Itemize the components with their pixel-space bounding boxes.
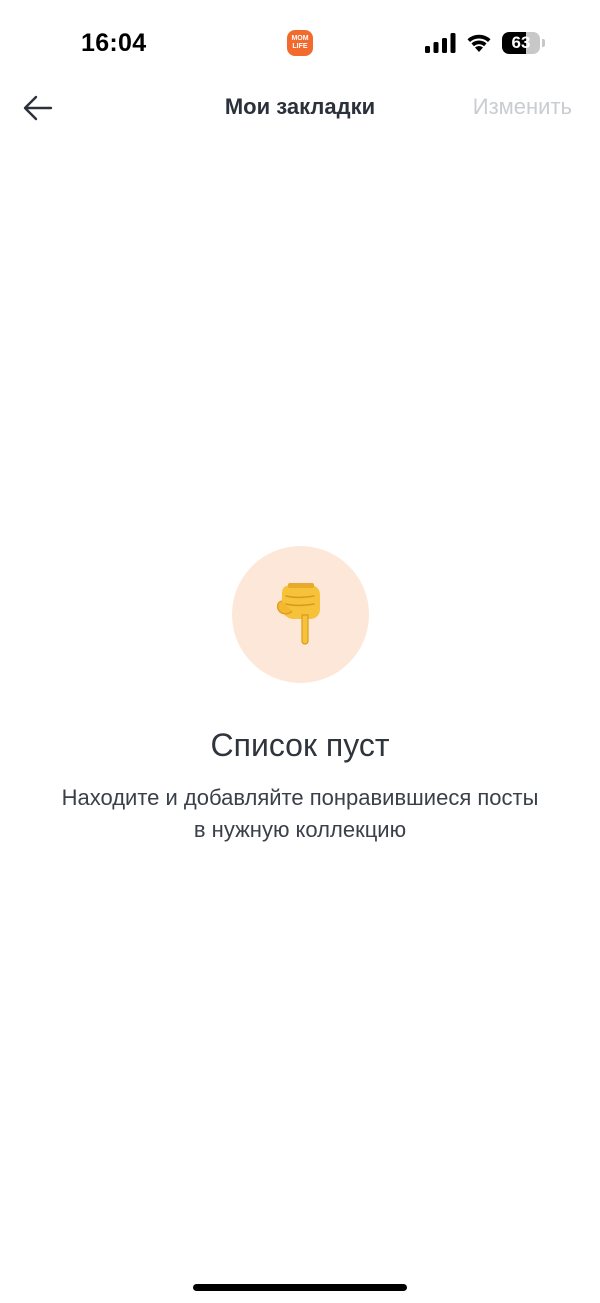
- empty-state: Список пуст Находите и добавляйте понрав…: [0, 546, 600, 846]
- battery-level-text: 63: [511, 33, 531, 52]
- battery-body: 63: [502, 32, 540, 54]
- app-logo-text-top: MOM: [291, 35, 309, 42]
- cellular-signal-icon: [425, 33, 456, 53]
- empty-state-title: Список пуст: [210, 727, 390, 763]
- status-bar: 16:04 MOM LIFE 63: [0, 0, 600, 88]
- empty-state-description: Находите и добавляйте понравившиеся пост…: [61, 785, 539, 842]
- pointing-down-hand-icon: [276, 582, 320, 645]
- home-indicator: [193, 1284, 407, 1291]
- status-time: 16:04: [81, 29, 147, 57]
- empty-state-illustration: [231, 546, 369, 683]
- app-logo-icon: MOM LIFE: [287, 30, 313, 56]
- wifi-icon: [467, 34, 491, 52]
- app-logo-text-bottom: LIFE: [292, 43, 308, 50]
- battery-icon: 63: [502, 32, 545, 54]
- battery-cap: [542, 39, 545, 47]
- edit-button[interactable]: Изменить: [473, 94, 572, 120]
- nav-bar: Мои закладки Изменить: [0, 80, 600, 136]
